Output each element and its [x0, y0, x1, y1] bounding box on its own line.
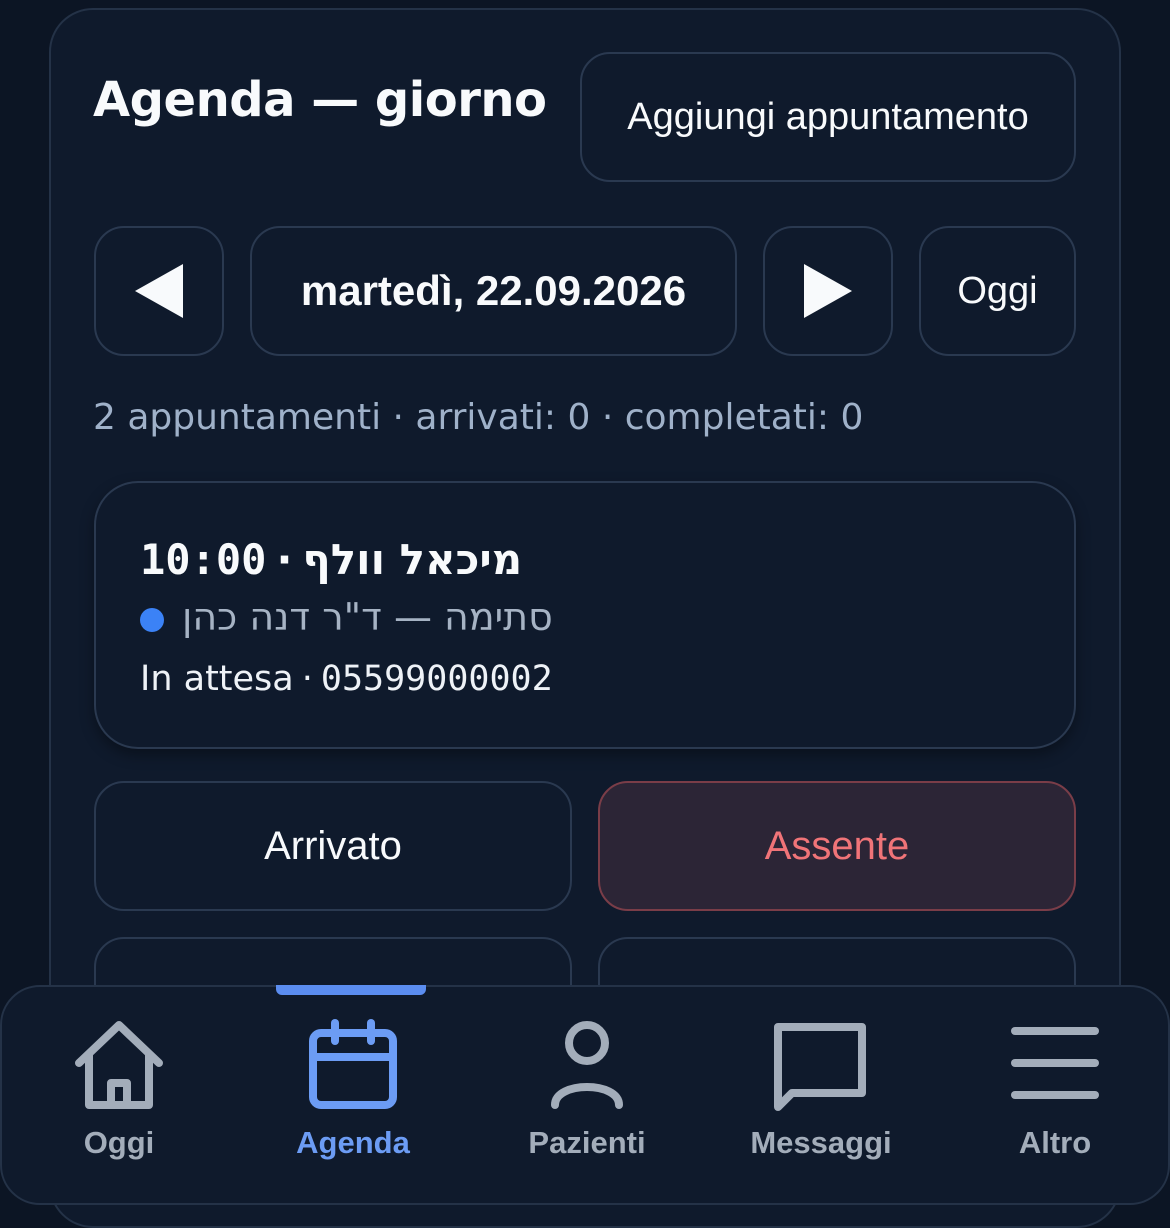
- triangle-right-icon: [804, 264, 852, 318]
- calendar-icon: [309, 1019, 397, 1109]
- menu-icon: [1011, 1027, 1099, 1099]
- service-doctor: סתימה — ד"ר דנה כהן: [182, 595, 553, 639]
- appointment-header: 10:00 · מיכאל וולף: [140, 535, 522, 584]
- separator: ·: [301, 659, 313, 699]
- appointment-status: In attesa: [140, 659, 294, 699]
- message-icon: [774, 1023, 866, 1111]
- absent-button[interactable]: Assente: [598, 781, 1076, 911]
- user-icon: [551, 1021, 623, 1109]
- bottom-navigation: Oggi Agenda Pazienti Messaggi Altro: [0, 985, 1170, 1205]
- date-picker-button[interactable]: martedì, 22.09.2026: [250, 226, 737, 356]
- add-appointment-button[interactable]: Aggiungi appuntamento: [580, 52, 1076, 182]
- nav-label-altro: Altro: [1018, 1125, 1092, 1160]
- triangle-left-icon: [135, 264, 183, 318]
- previous-day-button[interactable]: [94, 226, 224, 356]
- today-button[interactable]: Oggi: [919, 226, 1076, 356]
- nav-label-messaggi: Messaggi: [750, 1125, 892, 1160]
- appointment-service: סתימה — ד"ר דנה כהן: [140, 595, 553, 639]
- nav-item-messaggi[interactable]: Messaggi: [704, 987, 938, 1180]
- nav-item-altro[interactable]: Altro: [938, 987, 1170, 1180]
- next-day-button[interactable]: [763, 226, 893, 356]
- patient-phone: 05599000002: [320, 659, 553, 699]
- active-tab-indicator: [276, 985, 426, 995]
- separator: ·: [276, 535, 293, 584]
- nav-item-pazienti[interactable]: Pazienti: [470, 987, 704, 1180]
- appointment-card[interactable]: 10:00 · מיכאל וולף סתימה — ד"ר דנה כהן I…: [94, 481, 1076, 749]
- nav-label-agenda: Agenda: [296, 1125, 410, 1160]
- appointment-status-line: In attesa · 05599000002: [140, 659, 553, 699]
- appointment-time: 10:00: [140, 535, 267, 584]
- nav-label-oggi: Oggi: [83, 1125, 155, 1160]
- home-icon: [75, 1021, 163, 1109]
- nav-label-pazienti: Pazienti: [528, 1125, 646, 1160]
- page-title: Agenda — giorno: [93, 72, 547, 128]
- arrived-button[interactable]: Arrivato: [94, 781, 572, 911]
- nav-item-oggi[interactable]: Oggi: [2, 987, 236, 1180]
- nav-item-agenda[interactable]: Agenda: [236, 987, 470, 1180]
- patient-name: מיכאל וולף: [302, 535, 523, 584]
- day-summary: 2 appuntamenti · arrivati: 0 · completat…: [93, 397, 864, 438]
- status-dot: [140, 608, 164, 632]
